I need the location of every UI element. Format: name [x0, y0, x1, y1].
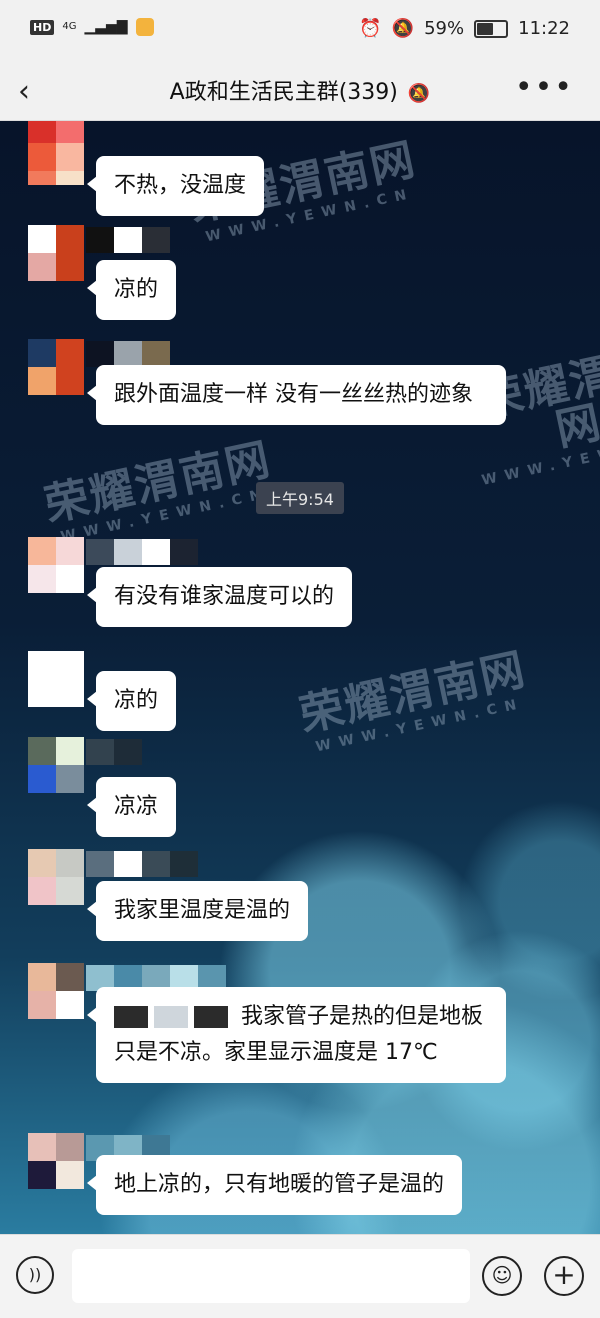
- alarm-icon: ⏰: [359, 18, 382, 39]
- redacted-mention: [154, 1006, 188, 1028]
- avatar[interactable]: [28, 339, 84, 395]
- message-bubble[interactable]: 凉凉: [86, 777, 177, 837]
- bell-off-icon: 🔕: [407, 83, 431, 104]
- message-text: 有没有谁家温度可以的: [114, 584, 335, 609]
- signal-icon: ▁▃▅▇: [84, 19, 128, 35]
- message-list[interactable]: 荣耀渭南网 WWW.YEWN.CN 荣耀渭南网 WWW.YEWN.CN 荣耀渭南…: [0, 121, 600, 1234]
- status-bar: HD 4G ▁▃▅▇ ⏰ 🔕 59% 11:22: [0, 0, 600, 62]
- sender-name: [86, 539, 198, 565]
- message-bubble[interactable]: 有没有谁家温度可以的: [86, 567, 353, 627]
- network-label: 4G: [62, 21, 77, 32]
- message-bubble[interactable]: 我家里温度是温的: [86, 881, 309, 941]
- message-bubble[interactable]: 凉的: [86, 671, 177, 731]
- avatar[interactable]: [28, 1133, 84, 1189]
- voice-icon[interactable]: )): [16, 1256, 54, 1294]
- input-bar: )) ☺ +: [0, 1234, 600, 1318]
- redacted-mention: [194, 1006, 228, 1028]
- message-bubble[interactable]: 凉的: [86, 260, 177, 320]
- timestamp: 上午9:54: [256, 482, 344, 514]
- avatar[interactable]: [28, 737, 84, 793]
- message-text: 凉的: [114, 688, 159, 713]
- avatar[interactable]: [28, 651, 84, 707]
- mute-bell-icon: 🔕: [391, 18, 415, 39]
- chat-title: A政和生活民主群(339): [169, 80, 398, 105]
- plus-icon[interactable]: +: [544, 1256, 584, 1296]
- watermark: 荣耀渭南网 WWW.YEWN.CN: [295, 643, 531, 756]
- chat-screen: HD 4G ▁▃▅▇ ⏰ 🔕 59% 11:22 ‹ A政和生活民主群(339)…: [0, 0, 600, 1318]
- message-bubble[interactable]: 我家管子是热的但是地板只是不凉。家里显示温度是 17℃: [87, 987, 506, 1083]
- message-text: 凉的: [114, 277, 159, 302]
- more-options-icon[interactable]: •••: [515, 70, 574, 105]
- status-left: HD 4G ▁▃▅▇: [30, 18, 154, 36]
- message-bubble[interactable]: 跟外面温度一样 没有一丝丝热的迹象: [87, 365, 506, 425]
- app-notification-icon: [135, 18, 154, 36]
- sender-name: [86, 227, 170, 253]
- message-bubble[interactable]: 地上凉的，只有地暖的管子是温的: [86, 1155, 463, 1215]
- message-bubble[interactable]: 不热，没温度: [86, 156, 265, 216]
- watermark: 荣耀渭南网 WWW.YEWN.CN: [40, 433, 276, 546]
- avatar[interactable]: [28, 537, 84, 593]
- message-input[interactable]: [72, 1249, 470, 1303]
- chat-header: ‹ A政和生活民主群(339) 🔕 •••: [0, 62, 600, 121]
- emoji-icon[interactable]: ☺: [482, 1256, 522, 1296]
- message-text: 跟外面温度一样 没有一丝丝热的迹象: [114, 382, 473, 407]
- title-wrap: A政和生活民主群(339) 🔕: [0, 74, 600, 106]
- message-text: 不热，没温度: [114, 173, 247, 198]
- battery-percent: 59%: [424, 18, 465, 39]
- avatar[interactable]: [28, 849, 84, 905]
- sender-name: [86, 851, 198, 877]
- status-right: ⏰ 🔕 59% 11:22: [359, 18, 570, 39]
- sender-name: [86, 341, 170, 367]
- message-text: 地上凉的，只有地暖的管子是温的: [114, 1172, 445, 1197]
- avatar[interactable]: [28, 225, 84, 281]
- battery-icon: [474, 19, 509, 38]
- message-text: 凉凉: [114, 794, 159, 819]
- avatar[interactable]: [28, 121, 84, 171]
- avatar[interactable]: [28, 963, 84, 1019]
- redacted-mention: [114, 1006, 148, 1028]
- clock: 11:22: [518, 18, 570, 39]
- hd-badge: HD: [30, 19, 55, 35]
- avatar[interactable]: [28, 171, 84, 199]
- sender-name: [86, 739, 142, 765]
- message-text: 我家里温度是温的: [114, 898, 291, 923]
